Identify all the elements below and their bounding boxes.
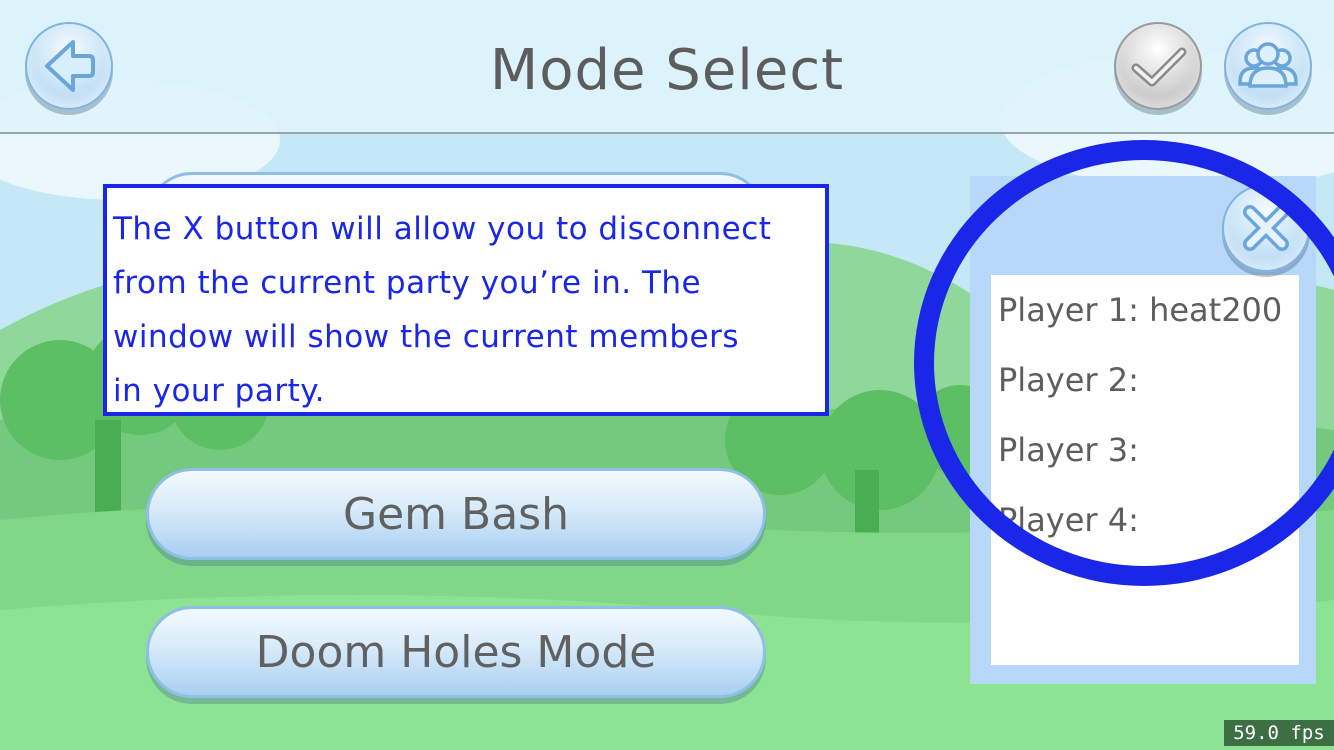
group-icon bbox=[1238, 42, 1298, 88]
tutorial-line: The X button will allow you to disconnec… bbox=[113, 211, 772, 247]
player-slot-3: Player 3: bbox=[998, 431, 1139, 469]
doom-holes-mode-button[interactable]: Doom Holes Mode bbox=[146, 606, 766, 698]
back-button[interactable] bbox=[25, 22, 113, 110]
fps-counter: 59.0 fps bbox=[1224, 720, 1334, 746]
party-button[interactable] bbox=[1224, 22, 1312, 110]
tutorial-callout: The X button will allow you to disconnec… bbox=[103, 184, 829, 416]
tutorial-line: in your party. bbox=[113, 373, 326, 409]
confirm-button[interactable] bbox=[1114, 22, 1202, 110]
player-slot-1: Player 1: heat200 bbox=[998, 291, 1283, 329]
checkmark-icon bbox=[1131, 47, 1187, 87]
party-member-list: Player 1: heat200 Player 2: Player 3: Pl… bbox=[991, 275, 1299, 665]
disconnect-close-button[interactable] bbox=[1222, 184, 1310, 272]
player-slot-2: Player 2: bbox=[998, 361, 1139, 399]
player-slot-4: Player 4: bbox=[998, 501, 1139, 539]
tutorial-line: window will show the current members bbox=[113, 319, 740, 355]
gem-bash-button[interactable]: Gem Bash bbox=[146, 468, 766, 560]
back-arrow-icon bbox=[45, 40, 95, 92]
close-x-icon bbox=[1243, 205, 1289, 251]
tutorial-line: from the current party you’re in. The bbox=[113, 265, 702, 301]
